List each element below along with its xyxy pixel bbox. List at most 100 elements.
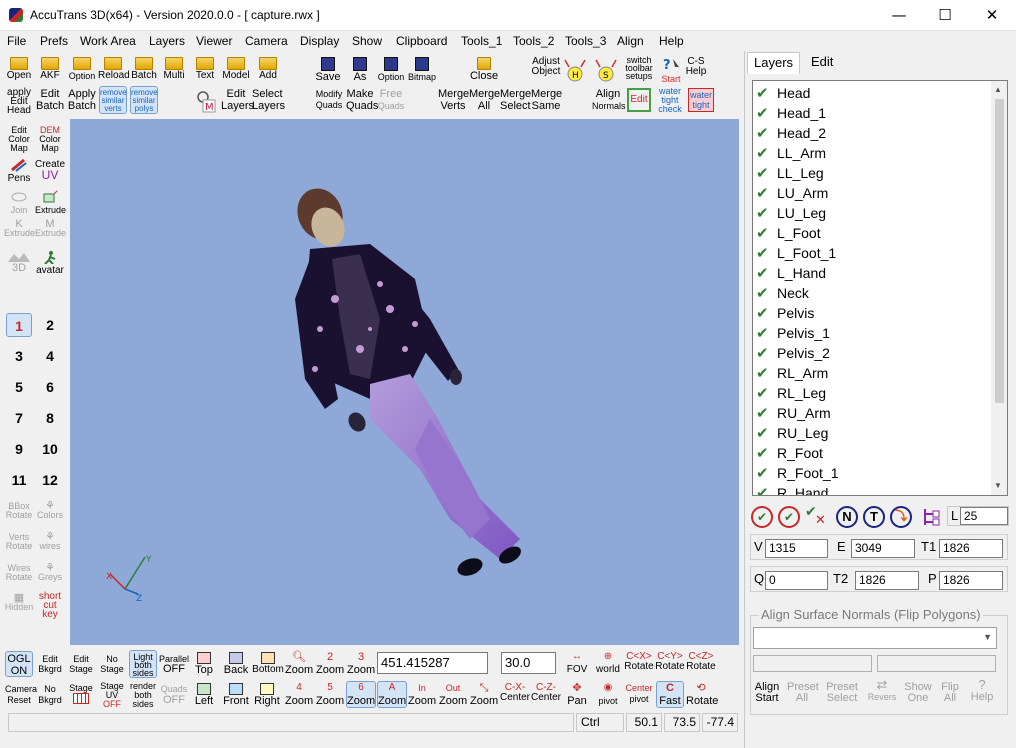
menu-tools-1[interactable]: Tools_1 [461, 34, 502, 48]
model-button[interactable]: Model [221, 57, 251, 81]
water-tight-button[interactable]: water tight [688, 88, 714, 112]
view-left-button[interactable]: Left [191, 683, 217, 707]
3d-button[interactable]: 3D [4, 252, 34, 274]
wires-rotate-button[interactable]: Wires Rotate [4, 564, 34, 582]
stage-uv-off-button[interactable]: Stage UV OFF [98, 682, 126, 709]
zoom-2-button[interactable]: 2 Zoom [316, 652, 344, 676]
layer-item[interactable]: ✔ RL_Leg [753, 383, 989, 403]
wires-button[interactable]: ⚘ wires [35, 532, 65, 551]
view-preset-11[interactable]: 11 [6, 468, 32, 492]
layer-item[interactable]: ✔ Head_1 [753, 103, 989, 123]
menu-work-area[interactable]: Work Area [80, 34, 136, 48]
rotate-button[interactable]: ⟲ Rotate [686, 683, 718, 707]
view-preset-2[interactable]: 2 [37, 313, 63, 337]
layer-item[interactable]: ✔ LL_Leg [753, 163, 989, 183]
center-x-button[interactable]: C-X- Center [500, 683, 530, 703]
menu-layers[interactable]: Layers [149, 34, 185, 48]
add-button[interactable]: Add [254, 57, 282, 81]
align-normals-field-1[interactable] [753, 655, 872, 672]
layer-item[interactable]: ✔ LU_Arm [753, 183, 989, 203]
save-option-button[interactable]: Option [376, 57, 406, 83]
edit-normals-button[interactable]: Edit [627, 88, 651, 112]
view-front-button[interactable]: Front [222, 683, 250, 707]
zoom-5-button[interactable]: 5 Zoom [316, 683, 344, 707]
no-stage-button[interactable]: No Stage [98, 654, 126, 674]
view-preset-3[interactable]: 3 [6, 344, 32, 368]
greys-button[interactable]: ⚘ Greys [35, 563, 65, 582]
rotate-x-button[interactable]: C<X> Rotate [624, 652, 654, 672]
zoom-6-button[interactable]: 6 Zoom [346, 681, 376, 708]
layer-visible-check-icon[interactable]: ✔ [756, 485, 772, 495]
edit-bkgrd-button[interactable]: Edit Bkgrd [36, 654, 64, 674]
minimize-button[interactable]: — [876, 0, 922, 31]
layer-item[interactable]: ✔ Pelvis_2 [753, 343, 989, 363]
merge-same-button[interactable]: Merge Same [531, 88, 562, 112]
multi-button[interactable]: Multi [160, 57, 188, 81]
view-preset-7[interactable]: 7 [6, 406, 32, 430]
parallel-off-button[interactable]: Parallel OFF [159, 654, 189, 675]
fast-button[interactable]: C Fast [656, 681, 684, 708]
layer-visible-check-icon[interactable]: ✔ [756, 165, 772, 181]
menu-tools-3[interactable]: Tools_3 [565, 34, 606, 48]
scroll-up-icon[interactable]: ▲ [994, 85, 1002, 94]
align-normals-dropdown[interactable]: ▼ [753, 627, 997, 649]
layer-visible-check-icon[interactable]: ✔ [756, 385, 772, 401]
layer-item[interactable]: ✔ L_Foot [753, 223, 989, 243]
menu-tools-2[interactable]: Tools_2 [513, 34, 554, 48]
layer-visible-check-icon[interactable]: ✔ [756, 365, 772, 381]
align-normals-field-2[interactable] [877, 655, 996, 672]
layer-item[interactable]: ✔ Head [753, 83, 989, 103]
ogl-on-button[interactable]: OGL ON [5, 651, 33, 677]
maximize-button[interactable]: ☐ [922, 0, 968, 31]
menu-file[interactable]: File [7, 34, 26, 48]
open-option-button[interactable]: Option [67, 57, 97, 82]
colors-button[interactable]: ⚘ Colors [35, 501, 65, 520]
help-button[interactable]: ? Help [968, 678, 996, 703]
rotate-z-button[interactable]: C<Z> Rotate [686, 652, 716, 672]
pan-button[interactable]: ✥ Pan [563, 683, 591, 707]
flip-all-button[interactable]: Flip All [937, 682, 963, 704]
layer-visible-check-icon[interactable]: ✔ [756, 265, 772, 281]
extrude-button[interactable]: Extrude [35, 190, 66, 215]
layer-visible-check-icon[interactable]: ✔ [756, 85, 772, 101]
view-preset-6[interactable]: 6 [37, 375, 63, 399]
view-bottom-button[interactable]: Bottom [252, 652, 284, 675]
view-preset-5[interactable]: 5 [6, 375, 32, 399]
layer-item[interactable]: ✔ LU_Leg [753, 203, 989, 223]
light-both-sides-button[interactable]: Light both sides [129, 650, 157, 678]
view-top-button[interactable]: Top [191, 652, 217, 676]
adjust-object-button[interactable]: Adjust Object [530, 57, 562, 77]
batch-button[interactable]: Batch [129, 57, 159, 81]
view-preset-4[interactable]: 4 [37, 344, 63, 368]
3d-viewport[interactable]: X Y Z [70, 119, 739, 645]
no-bkgrd-button[interactable]: No Bkgrd [36, 684, 64, 706]
layer-item[interactable]: ✔ R_Foot_1 [753, 463, 989, 483]
stage-grid-button[interactable]: Stage [67, 683, 95, 706]
layer-merge-button[interactable]: ⤵ [890, 506, 912, 528]
uncheck-all-button[interactable]: ✔ [778, 506, 800, 528]
menu-help[interactable]: Help [659, 34, 684, 48]
world-button[interactable]: ⊕ world [594, 652, 622, 675]
layer-item[interactable]: ✔ Pelvis_1 [753, 323, 989, 343]
zoom-3-button[interactable]: 3 Zoom [347, 652, 375, 676]
layer-visible-check-icon[interactable]: ✔ [756, 205, 772, 221]
menu-viewer[interactable]: Viewer [196, 34, 232, 48]
layer-visible-check-icon[interactable]: ✔ [756, 345, 772, 361]
switch-toolbar-setups-button[interactable]: switch toolbar setups [624, 56, 654, 81]
save-bitmap-button[interactable]: Bitmap [407, 57, 437, 83]
layer-item[interactable]: ✔ LL_Arm [753, 143, 989, 163]
layer-visible-check-icon[interactable]: ✔ [756, 125, 772, 141]
preset-all-button[interactable]: Preset All [787, 682, 819, 704]
close-file-button[interactable]: Close [468, 57, 500, 82]
fov-button[interactable]: ↔ FOV [563, 652, 591, 675]
open-button[interactable]: Open [5, 57, 33, 81]
merge-verts-button[interactable]: Merge Verts [438, 88, 469, 112]
start-button[interactable]: ? Start [660, 56, 682, 84]
show-one-button[interactable]: Show One [903, 682, 933, 704]
view-preset-9[interactable]: 9 [6, 437, 32, 461]
layer-visible-check-icon[interactable]: ✔ [756, 105, 772, 121]
modify-quads-button[interactable]: Modify Quads [313, 89, 345, 111]
create-uv-button[interactable]: Create UV [35, 159, 65, 182]
layer-visible-check-icon[interactable]: ✔ [756, 285, 772, 301]
layer-visible-check-icon[interactable]: ✔ [756, 465, 772, 481]
